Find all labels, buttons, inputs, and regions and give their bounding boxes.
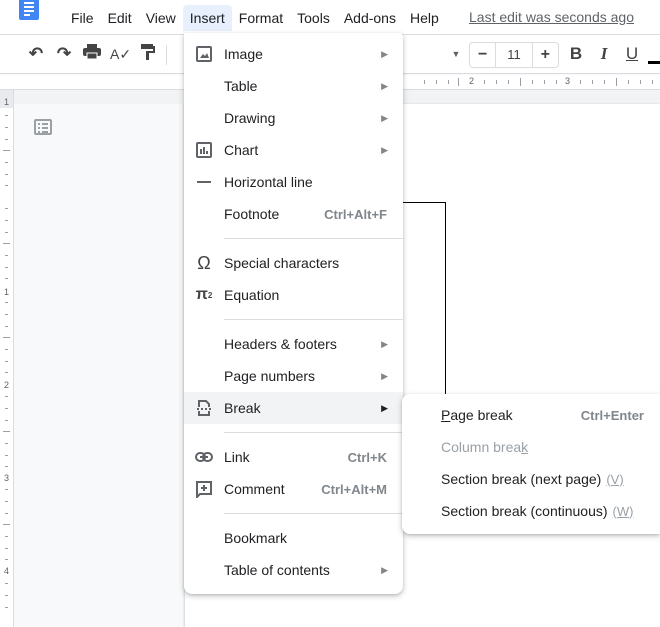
document-outline-icon[interactable] [34,119,52,135]
accelerator-hint: (V) [606,471,624,487]
comment-icon [184,480,224,498]
submenu-arrow-icon: ▶ [381,338,388,349]
ruler-label: 2 [4,380,10,390]
table-border [445,202,446,397]
increase-font-size-button[interactable]: + [533,43,558,67]
last-edit-link[interactable]: Last edit was seconds ago [469,9,634,25]
toolbar-divider [166,45,167,65]
font-size-stepper: − 11 + [469,42,559,68]
redo-icon[interactable]: ↷ [54,44,74,64]
menu-item-page-numbers[interactable]: Page numbers ▶ [184,360,403,392]
submenu-arrow-icon: ▶ [381,144,388,155]
menu-item-special-characters[interactable]: Ω Special characters [184,247,403,279]
menu-divider [224,513,403,514]
menu-item-chart[interactable]: Chart ▶ [184,134,403,166]
submenu-item-page-break[interactable]: Page break Ctrl+Enter [402,399,660,431]
submenu-item-section-break-next-page[interactable]: Section break (next page) (V) [402,463,660,495]
horizontal-line-icon [184,180,224,184]
shortcut-label: Ctrl+K [347,449,387,465]
table-border [403,202,446,203]
menu-divider [224,319,403,320]
submenu-item-column-break: Column break [441,439,529,455]
pi-icon: π2 [195,286,213,303]
shortcut-label: Ctrl+Alt+M [321,481,387,497]
font-size-input[interactable]: 11 [495,43,533,67]
link-icon [184,452,224,462]
ruler-label: 2 [469,76,475,86]
submenu-arrow-icon: ▶ [381,80,388,91]
text-color-icon[interactable] [648,44,660,64]
menu-edit[interactable]: Edit [101,5,139,31]
bold-button[interactable]: B [566,44,586,64]
ruler-label: 3 [565,76,571,86]
submenu-arrow-icon: ▶ [381,48,388,59]
submenu-item-section-break-continuous[interactable]: Section break (continuous) (W) [402,495,660,527]
menu-item-headers-footers[interactable]: Headers & footers ▶ [184,328,403,360]
ruler-label: 1 [4,287,10,297]
underline-button[interactable]: U [622,44,642,64]
submenu-arrow-icon: ▶ [381,402,388,413]
accelerator-hint: (W) [612,503,634,519]
image-icon [184,46,224,62]
shortcut-label: Ctrl+Alt+F [324,206,387,222]
menu-item-link[interactable]: Link Ctrl+K [184,441,403,473]
ruler-label: 3 [4,473,10,483]
menu-item-table[interactable]: Table ▶ [184,70,403,102]
menu-insert[interactable]: Insert [182,5,232,31]
menu-item-footnote[interactable]: Footnote Ctrl+Alt+F [184,198,403,230]
menu-divider [224,432,403,433]
vertical-ruler[interactable]: 1 1 2 3 4 [0,90,14,627]
menu-help[interactable]: Help [403,5,446,31]
docs-logo-icon[interactable] [19,0,39,20]
italic-button[interactable]: I [594,44,614,64]
top-bar: File Edit View Insert Format Tools Add-o… [0,0,660,34]
menu-bar: File Edit View Insert Format Tools Add-o… [64,5,446,31]
insert-menu: Image ▶ Table ▶ Drawing ▶ Chart ▶ Horizo… [184,33,403,594]
spellcheck-icon[interactable]: A✓ [110,44,131,64]
menu-file[interactable]: File [64,5,101,31]
decrease-font-size-button[interactable]: − [470,43,495,67]
menu-item-horizontal-line[interactable]: Horizontal line [184,166,403,198]
ruler-label: 1 [4,97,10,107]
undo-icon[interactable]: ↶ [26,44,46,64]
shortcut-label: Ctrl+Enter [580,407,644,423]
paint-format-icon[interactable] [138,44,158,64]
submenu-arrow-icon: ▶ [381,564,388,575]
ruler-label: 4 [4,566,10,576]
menu-tools[interactable]: Tools [290,5,337,31]
menu-item-equation[interactable]: π2 Equation [184,279,403,311]
menu-item-image[interactable]: Image ▶ [184,38,403,70]
menu-add-ons[interactable]: Add-ons [337,5,403,31]
print-icon[interactable] [82,44,102,64]
menu-item-break[interactable]: Break ▶ [184,392,403,424]
omega-icon: Ω [197,252,211,273]
menu-format[interactable]: Format [232,5,290,31]
break-submenu: Page break Ctrl+Enter Column break Secti… [402,394,660,534]
font-dropdown-arrow-icon[interactable]: ▼ [446,44,466,64]
menu-item-drawing[interactable]: Drawing ▶ [184,102,403,134]
menu-divider [224,238,403,239]
submenu-arrow-icon: ▶ [381,370,388,381]
page-break-icon [184,400,224,416]
menu-item-bookmark[interactable]: Bookmark [184,522,403,554]
menu-item-table-of-contents[interactable]: Table of contents ▶ [184,554,403,586]
menu-view[interactable]: View [139,5,183,31]
chart-icon [184,142,224,158]
submenu-arrow-icon: ▶ [381,112,388,123]
menu-item-comment[interactable]: Comment Ctrl+Alt+M [184,473,403,505]
